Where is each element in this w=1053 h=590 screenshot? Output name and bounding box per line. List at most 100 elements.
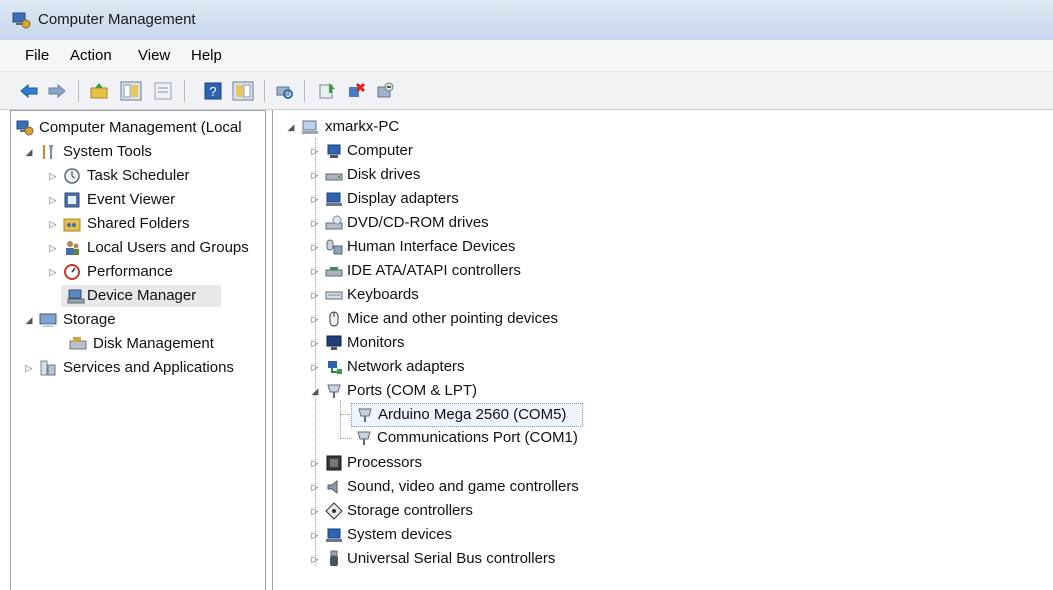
device-category-system-devices[interactable]: ▷ System devices	[303, 524, 703, 546]
collapsed-triangle-icon[interactable]: ▷	[309, 312, 321, 326]
tree-label: Computer Management (Local	[39, 119, 242, 136]
collapsed-triangle-icon[interactable]: ▷	[309, 528, 321, 542]
tree-label: Universal Serial Bus controllers	[347, 550, 556, 567]
back-arrow-icon[interactable]	[18, 80, 40, 102]
device-category-dvd[interactable]: ▷ DVD/CD-ROM drives	[303, 212, 703, 234]
device-manager-icon	[67, 289, 85, 304]
collapsed-triangle-icon[interactable]: ▷	[309, 504, 321, 518]
collapsed-triangle-icon[interactable]: ▷	[47, 193, 59, 207]
clock-icon	[64, 168, 80, 184]
console-tree-pane[interactable]: Computer Management (Local ◢ System Tool…	[10, 110, 266, 590]
collapsed-triangle-icon[interactable]: ▷	[309, 456, 321, 470]
device-category-mice[interactable]: ▷ Mice and other pointing devices	[303, 308, 703, 330]
device-category-usb[interactable]: ▷ Universal Serial Bus controllers	[303, 548, 703, 570]
device-category-storage-controllers[interactable]: ▷ Storage controllers	[303, 500, 703, 522]
show-hide-action-pane-icon[interactable]	[232, 80, 254, 102]
device-category-monitors[interactable]: ▷ Monitors	[303, 332, 703, 354]
port-icon	[327, 384, 341, 398]
tools-icon	[43, 145, 53, 159]
port-icon	[358, 408, 372, 422]
monitor-icon	[326, 335, 342, 350]
device-category-hid[interactable]: ▷ Human Interface Devices	[303, 236, 703, 258]
network-adapter-icon	[328, 361, 342, 374]
ide-controller-icon	[325, 267, 343, 277]
update-driver-icon[interactable]	[316, 80, 338, 102]
collapsed-triangle-icon[interactable]: ▷	[309, 360, 321, 374]
properties-icon[interactable]	[152, 80, 174, 102]
uninstall-icon[interactable]	[345, 80, 367, 102]
tree-label: Network adapters	[347, 358, 465, 375]
collapsed-triangle-icon[interactable]: ▷	[309, 264, 321, 278]
title-bar: Computer Management	[0, 0, 1053, 40]
collapsed-triangle-icon[interactable]: ▷	[47, 241, 59, 255]
scan-hardware-icon[interactable]	[273, 80, 295, 102]
tree-item-shared-folders[interactable]: ▷ Shared Folders	[13, 213, 265, 235]
tree-label: Arduino Mega 2560 (COM5)	[378, 406, 567, 423]
collapsed-triangle-icon[interactable]: ▷	[309, 288, 321, 302]
menu-view[interactable]: View	[138, 47, 170, 64]
tree-item-local-users[interactable]: ▷ Local Users and Groups	[13, 237, 265, 259]
device-tree-root[interactable]: ◢ xmarkx-PC	[283, 116, 583, 138]
forward-arrow-icon[interactable]	[46, 80, 68, 102]
computer-management-icon	[12, 12, 31, 29]
tree-label: System devices	[347, 526, 453, 543]
tree-label: Sound, video and game controllers	[347, 478, 579, 495]
tree-item-storage[interactable]: ◢ Storage	[13, 309, 265, 331]
menu-action[interactable]: Action	[70, 47, 112, 64]
device-category-display-adapters[interactable]: ▷ Display adapters	[303, 188, 703, 210]
device-category-keyboards[interactable]: ▷ Keyboards	[303, 284, 703, 306]
collapsed-triangle-icon[interactable]: ▷	[309, 168, 321, 182]
expanded-triangle-icon[interactable]: ◢	[23, 145, 35, 159]
tree-item-computer-management[interactable]: Computer Management (Local	[13, 117, 265, 139]
tree-label: Mice and other pointing devices	[347, 310, 558, 327]
tree-item-performance[interactable]: ▷ Performance	[13, 261, 265, 283]
toolbar-separator	[304, 80, 305, 102]
device-category-disk-drives[interactable]: ▷ Disk drives	[303, 164, 703, 186]
collapsed-triangle-icon[interactable]: ▷	[309, 192, 321, 206]
tree-item-disk-management[interactable]: Disk Management	[13, 333, 265, 355]
help-icon[interactable]: ?	[202, 80, 224, 102]
tree-item-services-applications[interactable]: ▷ Services and Applications	[13, 357, 265, 379]
tree-item-event-viewer[interactable]: ▷ Event Viewer	[13, 189, 265, 211]
device-item-arduino[interactable]: Arduino Mega 2560 (COM5)	[351, 403, 583, 427]
collapsed-triangle-icon[interactable]: ▷	[47, 265, 59, 279]
collapsed-triangle-icon[interactable]: ▷	[47, 169, 59, 183]
collapsed-triangle-icon[interactable]: ▷	[309, 552, 321, 566]
show-hide-tree-icon[interactable]	[120, 80, 142, 102]
device-category-sound[interactable]: ▷ Sound, video and game controllers	[303, 476, 703, 498]
disable-device-icon[interactable]	[374, 80, 396, 102]
computer-management-icon	[16, 120, 34, 136]
device-category-processors[interactable]: ▷ Processors	[303, 452, 703, 474]
collapsed-triangle-icon[interactable]: ▷	[309, 240, 321, 254]
collapsed-triangle-icon[interactable]: ▷	[23, 361, 35, 375]
device-category-ports[interactable]: ◢ Ports (COM & LPT)	[303, 380, 703, 402]
expanded-triangle-icon[interactable]: ◢	[285, 120, 297, 134]
device-item-comm-port[interactable]: Communications Port (COM1)	[351, 427, 651, 449]
disk-drive-icon	[325, 173, 343, 181]
tree-label: Keyboards	[347, 286, 419, 303]
tree-item-task-scheduler[interactable]: ▷ Task Scheduler	[13, 165, 265, 187]
collapsed-triangle-icon[interactable]: ▷	[309, 144, 321, 158]
device-category-ide[interactable]: ▷ IDE ATA/ATAPI controllers	[303, 260, 703, 282]
expanded-triangle-icon[interactable]: ◢	[23, 313, 35, 327]
device-category-computer[interactable]: ▷ Computer	[303, 140, 703, 162]
device-category-network[interactable]: ▷ Network adapters	[303, 356, 703, 378]
disk-management-icon	[69, 337, 87, 350]
collapsed-triangle-icon[interactable]: ▷	[309, 216, 321, 230]
tree-item-system-tools[interactable]: ◢ System Tools	[13, 141, 265, 163]
device-tree-pane[interactable]: ◢ xmarkx-PC ▷ Computer ▷ Disk drives ▷ D…	[272, 110, 1053, 590]
processor-icon	[326, 455, 342, 471]
tree-label: Services and Applications	[63, 359, 234, 376]
tree-item-device-manager[interactable]: Device Manager	[61, 285, 221, 307]
collapsed-triangle-icon[interactable]: ▷	[47, 217, 59, 231]
dvd-drive-icon	[325, 215, 343, 230]
menu-help[interactable]: Help	[191, 47, 222, 64]
tree-label: Device Manager	[87, 287, 197, 304]
storage-icon	[39, 313, 57, 327]
expanded-triangle-icon[interactable]: ◢	[309, 384, 321, 398]
collapsed-triangle-icon[interactable]: ▷	[309, 480, 321, 494]
computer-icon	[302, 120, 318, 134]
up-folder-icon[interactable]	[88, 80, 110, 102]
collapsed-triangle-icon[interactable]: ▷	[309, 336, 321, 350]
menu-file[interactable]: File	[25, 47, 49, 64]
